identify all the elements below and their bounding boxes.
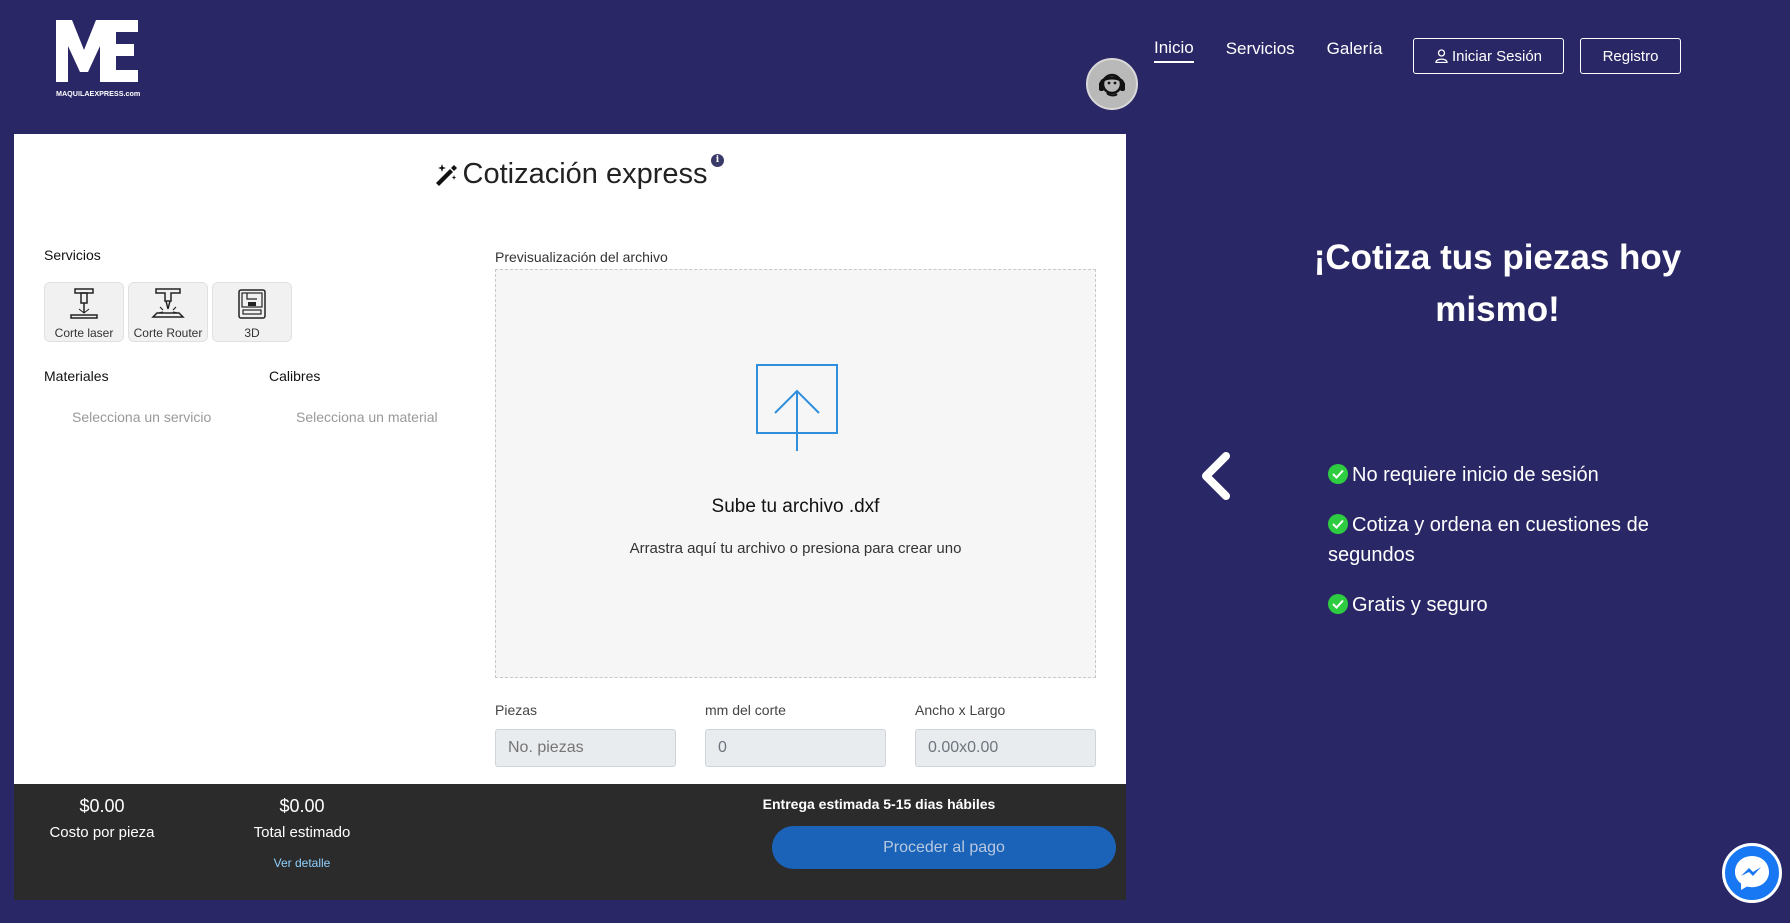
gauges-placeholder: Selecciona un material [296, 409, 438, 425]
cost-per-piece-label: Costo por pieza [49, 824, 155, 841]
quote-title: Cotización express [14, 158, 1126, 191]
upload-title: Sube tu archivo .dxf [711, 496, 880, 517]
upload-subtitle: Arrastra aquí tu archivo o presiona para… [629, 540, 962, 557]
size-input[interactable] [915, 729, 1096, 767]
quote-card: Cotización express i Servicios Corte las… [14, 134, 1126, 784]
feature-text: Cotiza y ordena en cuestiones de segundo… [1328, 514, 1649, 566]
messenger-icon [1735, 856, 1769, 890]
service-label: Corte laser [54, 326, 114, 340]
pieces-input[interactable] [495, 729, 676, 767]
support-button[interactable] [1086, 58, 1138, 110]
register-label: Registro [1602, 47, 1659, 65]
service-3d[interactable]: 3D [212, 282, 292, 342]
router-cutter-icon [151, 288, 185, 318]
services-label: Servicios [44, 247, 101, 263]
service-corte-laser[interactable]: Corte laser [44, 282, 124, 342]
logo[interactable]: MAQUILAEXPRESS.com [56, 16, 140, 100]
3d-printer-icon [238, 289, 266, 319]
view-detail-link[interactable]: Ver detalle [222, 856, 382, 870]
total-value: $0.00 [279, 796, 325, 816]
check-circle-icon [1328, 464, 1348, 484]
services-list: Corte laser Corte Router 3D [44, 282, 292, 342]
check-circle-icon [1328, 514, 1348, 534]
nav-galeria[interactable]: Galería [1327, 39, 1383, 62]
promo-title: ¡Cotiza tus piezas hoy mismo! [1313, 238, 1682, 329]
feature-item: Gratis y seguro [1328, 590, 1688, 620]
user-icon [1435, 49, 1448, 63]
cost-per-piece-value: $0.00 [79, 796, 125, 816]
proceed-payment-button[interactable]: Proceder al pago [772, 826, 1116, 869]
feature-item: No requiere inicio de sesión [1328, 460, 1688, 490]
maquilaexpress-logo: MAQUILAEXPRESS.com [56, 20, 140, 98]
feature-text: Gratis y seguro [1352, 594, 1488, 616]
cut-label: mm del corte [705, 702, 786, 718]
headset-icon [1099, 73, 1125, 97]
messenger-button[interactable] [1722, 843, 1782, 903]
service-corte-router[interactable]: Corte Router [128, 282, 208, 342]
login-label: Iniciar Sesión [1451, 47, 1543, 65]
summary-bar: $0.00 Costo por pieza $0.00 Total estima… [14, 784, 1126, 900]
gauges-label: Calibres [269, 368, 321, 384]
size-label: Ancho x Largo [915, 702, 1006, 718]
service-label: Corte Router [133, 326, 203, 340]
pieces-label: Piezas [495, 702, 538, 718]
laser-cutter-icon [70, 288, 98, 319]
feature-item: Cotiza y ordena en cuestiones de segundo… [1328, 510, 1688, 570]
quote-title-text: Cotización express [462, 158, 708, 190]
check-circle-icon [1328, 594, 1348, 614]
logo-text: MAQUILAEXPRESS.com [56, 89, 140, 98]
info-icon[interactable]: i [711, 154, 724, 167]
chevron-left-icon[interactable] [1196, 452, 1236, 500]
file-dropzone[interactable]: Sube tu archivo .dxf Arrastra aquí tu ar… [495, 269, 1096, 678]
register-button[interactable]: Registro [1580, 38, 1681, 74]
feature-text: No requiere inicio de sesión [1352, 464, 1599, 486]
delivery-estimate: Entrega estimada 5-15 dias hábiles [762, 796, 996, 812]
magic-wand-icon [435, 164, 457, 186]
main-nav: Inicio Servicios Galería [1154, 38, 1414, 63]
login-button[interactable]: Iniciar Sesión [1413, 38, 1564, 74]
upload-icon [756, 364, 838, 451]
materials-placeholder: Selecciona un servicio [72, 409, 212, 425]
nav-inicio[interactable]: Inicio [1154, 38, 1194, 63]
total-label: Total estimado [253, 824, 351, 841]
nav-servicios[interactable]: Servicios [1226, 39, 1295, 62]
preview-label: Previsualización del archivo [495, 249, 668, 265]
materials-label: Materiales [44, 368, 109, 384]
service-label: 3D [244, 326, 260, 340]
cut-mm-input[interactable] [705, 729, 886, 767]
